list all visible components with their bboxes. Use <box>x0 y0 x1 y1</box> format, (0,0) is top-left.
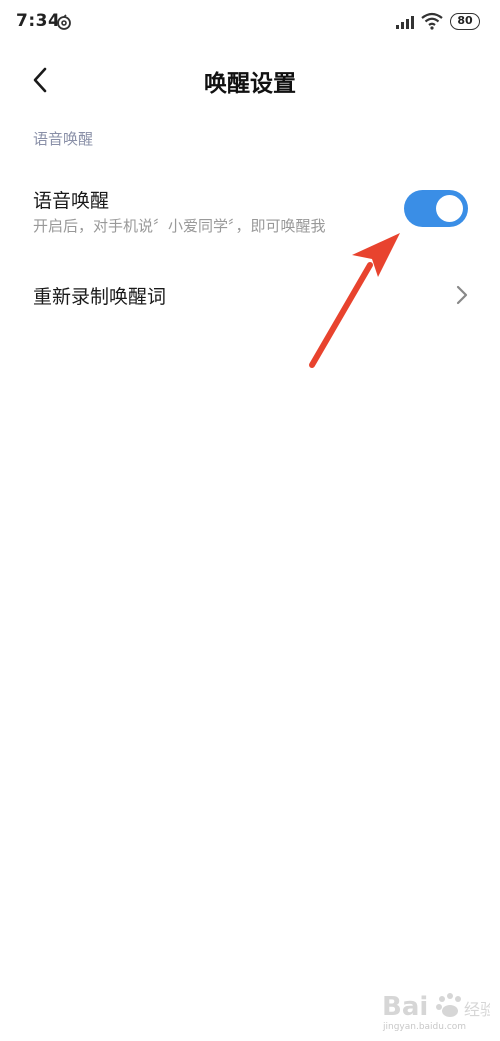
voice-wake-toggle[interactable] <box>404 190 468 227</box>
voice-wake-subtitle: 开启后，对手机说〞小爱同学〞，即可唤醒我 <box>33 217 326 235</box>
wifi-icon <box>421 12 443 30</box>
status-bar: 7:34 80 <box>0 0 500 48</box>
battery-indicator: 80 <box>450 13 480 30</box>
signal-icon <box>396 16 414 29</box>
section-label: 语音唤醒 <box>33 130 94 148</box>
header: 唤醒设置 <box>0 48 500 112</box>
status-time: 7:34 <box>16 11 61 31</box>
svg-text:经验: 经验 <box>464 1000 490 1019</box>
voice-wake-title: 语音唤醒 <box>33 190 110 212</box>
chevron-right-icon <box>456 285 468 305</box>
netease-music-icon <box>57 14 71 30</box>
annotation-arrow-icon <box>309 233 400 368</box>
voice-wake-setting: 语音唤醒 开启后，对手机说〞小爱同学〞，即可唤醒我 <box>0 178 500 244</box>
rerecord-title: 重新录制唤醒词 <box>33 286 167 308</box>
rerecord-wake-word-item[interactable]: 重新录制唤醒词 <box>0 268 500 322</box>
toggle-knob <box>436 195 463 222</box>
page-title: 唤醒设置 <box>204 71 296 97</box>
svg-text:Bai: Bai <box>382 992 428 1022</box>
watermark-text: jingyan.baidu.com <box>383 1022 467 1032</box>
